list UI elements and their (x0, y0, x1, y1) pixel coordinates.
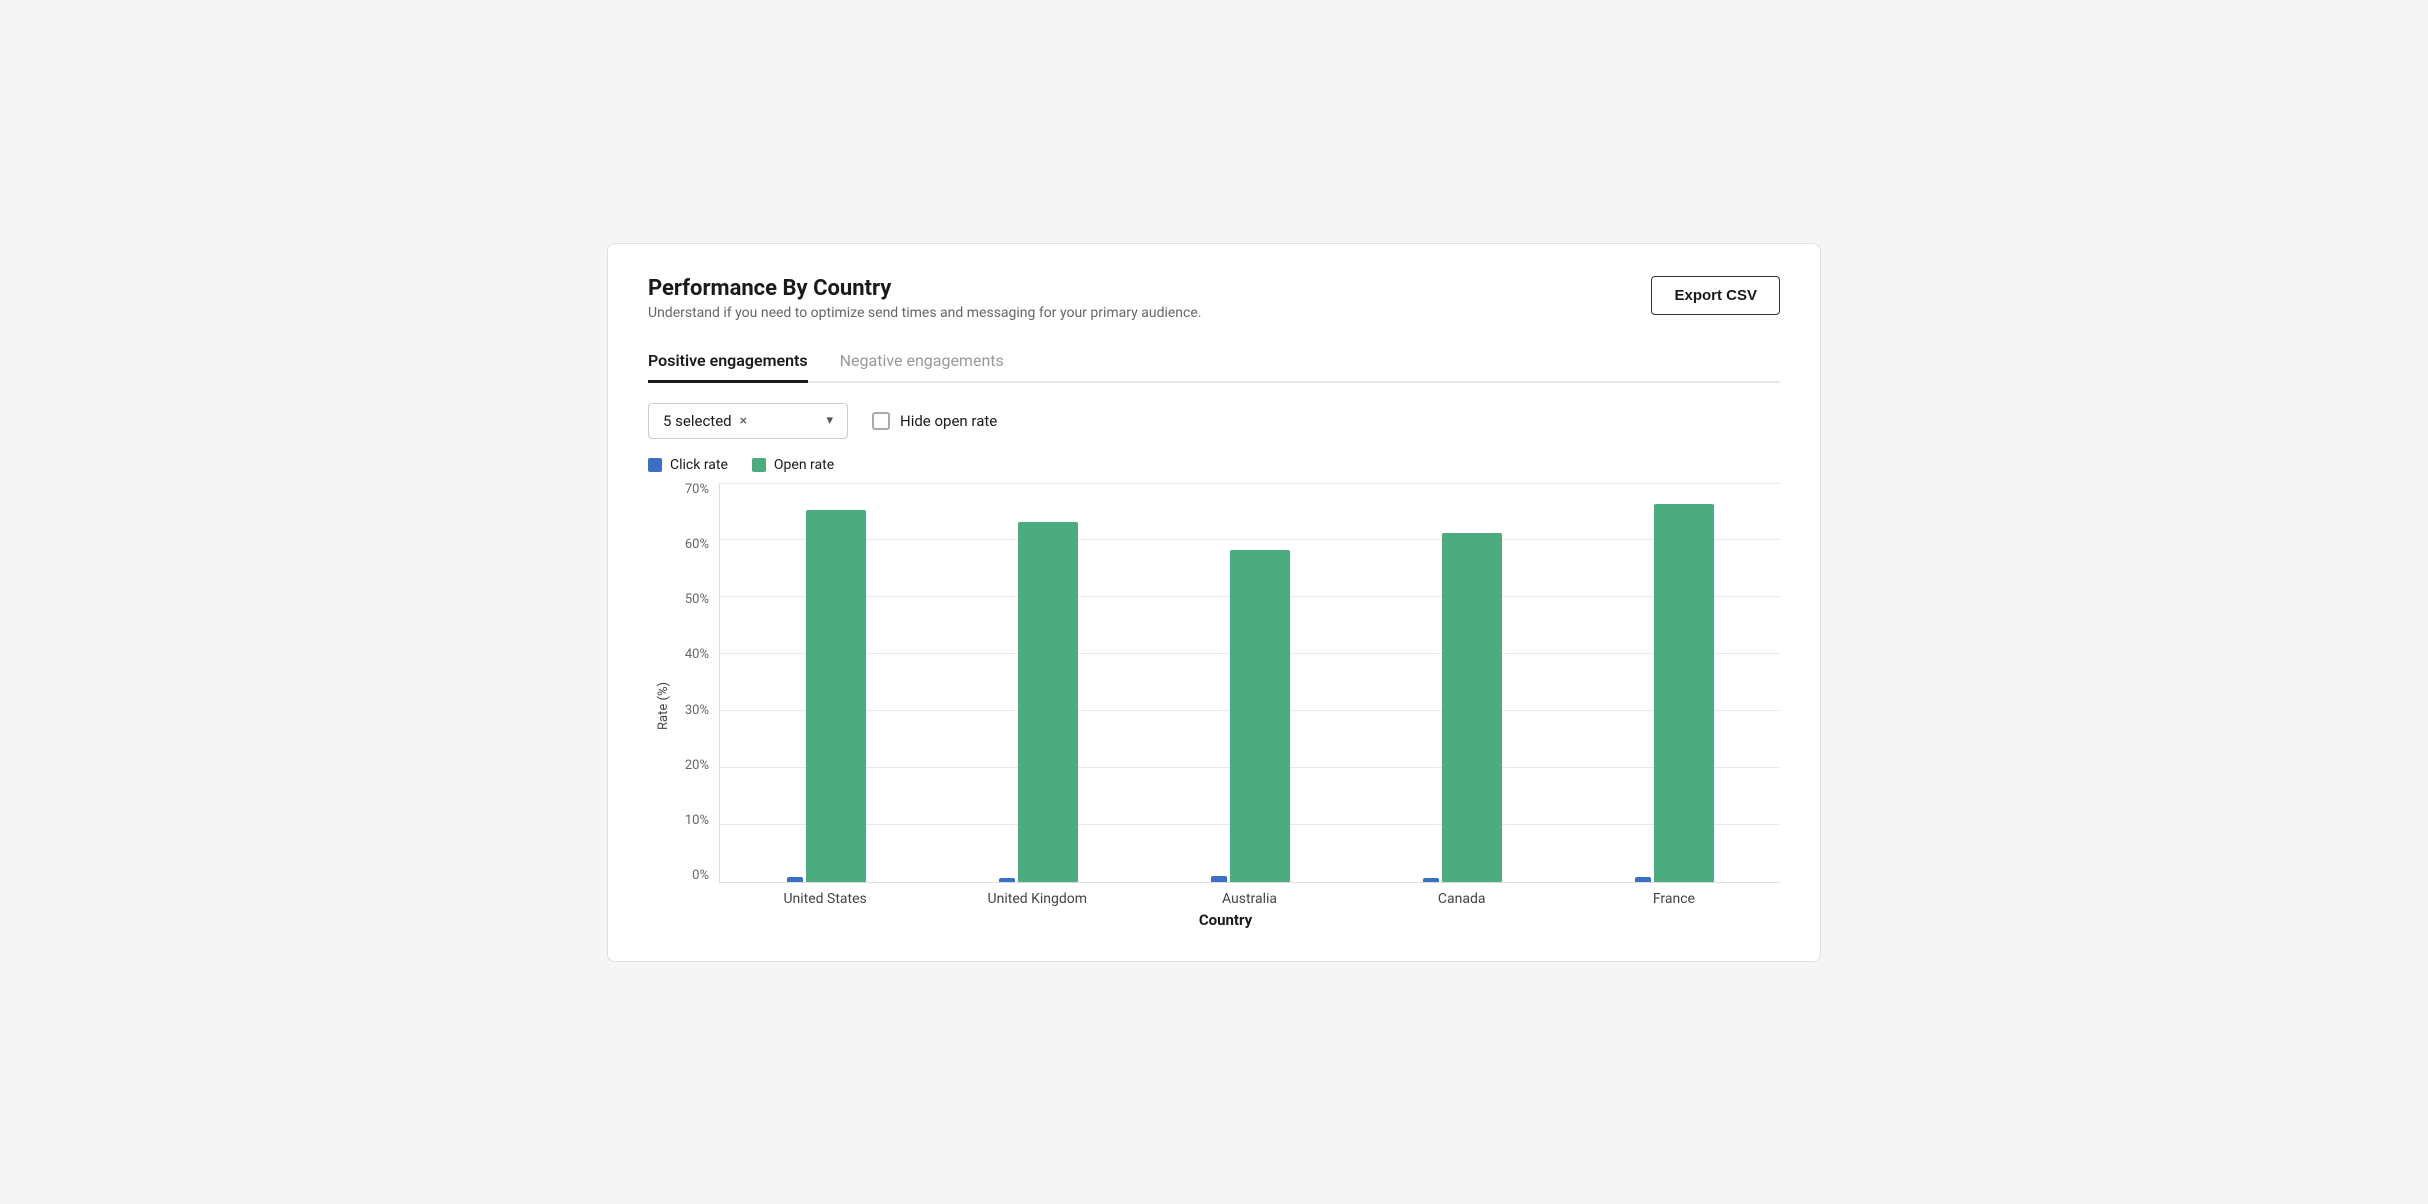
export-csv-button[interactable]: Export CSV (1651, 276, 1780, 315)
tab-bar: Positive engagements Negative engagement… (648, 341, 1780, 383)
open-rate-bar (1018, 522, 1078, 882)
country-dropdown[interactable]: 5 selected × ▾ (648, 403, 848, 439)
chart-inner: 0% 10% 20% 30% 40% 50% 60% 70% (671, 483, 1780, 883)
y-tick: 50% (685, 593, 709, 606)
y-tick: 30% (685, 704, 709, 717)
hide-open-rate-checkbox[interactable] (872, 412, 890, 430)
card-header: Performance By Country Understand if you… (648, 276, 1780, 321)
x-label: United States (719, 891, 931, 907)
performance-by-country-card: Performance By Country Understand if you… (607, 243, 1821, 962)
x-label: France (1568, 891, 1780, 907)
bar-group (720, 510, 932, 881)
y-tick: 40% (685, 648, 709, 661)
y-tick: 20% (685, 759, 709, 772)
open-rate-bar (1230, 550, 1290, 881)
x-label: United Kingdom (931, 891, 1143, 907)
bar-group (1356, 533, 1568, 882)
dropdown-clear-button[interactable]: × (740, 413, 747, 429)
open-rate-label: Open rate (774, 457, 834, 473)
dropdown-selected-label: 5 selected × (663, 412, 816, 430)
click-rate-bar (1423, 878, 1439, 882)
tab-positive-engagements[interactable]: Positive engagements (648, 341, 808, 383)
bar-group (932, 522, 1144, 882)
chevron-down-icon: ▾ (826, 413, 833, 428)
legend-click-rate: Click rate (648, 457, 728, 473)
open-rate-bar (1442, 533, 1502, 882)
tab-negative-engagements[interactable]: Negative engagements (840, 341, 1004, 383)
x-label: Australia (1143, 891, 1355, 907)
y-ticks: 0% 10% 20% 30% 40% 50% 60% 70% (671, 483, 719, 883)
open-rate-bar (806, 510, 866, 881)
click-rate-bar (1635, 877, 1651, 882)
y-tick: 60% (685, 538, 709, 551)
y-axis-label: Rate (%) (648, 682, 671, 730)
title-block: Performance By Country Understand if you… (648, 276, 1201, 321)
click-rate-bar (999, 878, 1015, 882)
page-subtitle: Understand if you need to optimize send … (648, 305, 1201, 321)
filter-controls: 5 selected × ▾ Hide open rate (648, 403, 1780, 439)
click-rate-bar (1211, 876, 1227, 881)
bars-container (719, 483, 1780, 883)
chart-wrapper: Rate (%) 0% 10% 20% 30% 40% 50% 60% 70% United … (648, 483, 1780, 929)
x-label: Canada (1356, 891, 1568, 907)
page-title: Performance By Country (648, 276, 1201, 301)
click-rate-color-swatch (648, 458, 662, 472)
hide-open-rate-label[interactable]: Hide open rate (872, 412, 997, 430)
hide-open-rate-text: Hide open rate (900, 412, 997, 430)
bar-group (1144, 550, 1356, 881)
open-rate-bar (1654, 504, 1714, 881)
chart-legend: Click rate Open rate (648, 457, 1780, 473)
y-tick: 70% (685, 483, 709, 496)
bar-group (1568, 504, 1780, 881)
click-rate-label: Click rate (670, 457, 728, 473)
grid-line (720, 483, 1780, 484)
y-tick: 10% (685, 814, 709, 827)
open-rate-color-swatch (752, 458, 766, 472)
click-rate-bar (787, 877, 803, 882)
legend-open-rate: Open rate (752, 457, 834, 473)
x-labels: United StatesUnited KingdomAustraliaCana… (719, 891, 1780, 907)
chart-area: 0% 10% 20% 30% 40% 50% 60% 70% United StatesUni… (671, 483, 1780, 929)
y-tick: 0% (692, 869, 709, 882)
x-axis-label: Country (671, 911, 1780, 929)
